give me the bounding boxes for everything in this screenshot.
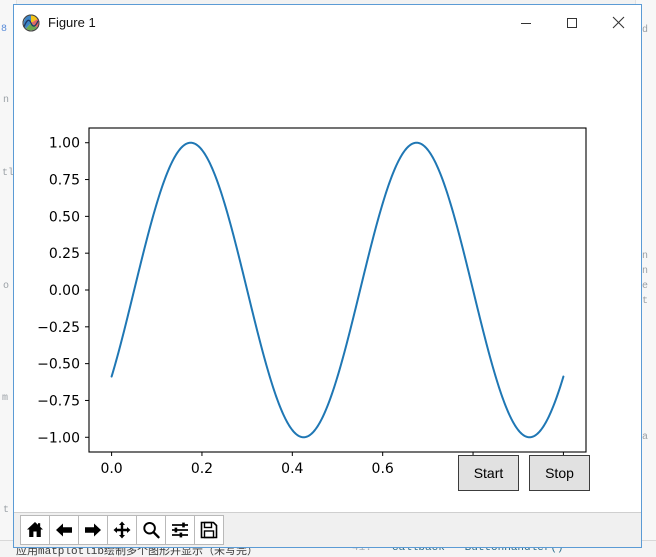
bg-fragment: n <box>3 95 10 106</box>
svg-text:0.75: 0.75 <box>49 173 80 189</box>
maximize-icon[interactable] <box>549 6 595 40</box>
svg-text:0.00: 0.00 <box>49 283 80 299</box>
figure-canvas[interactable]: 0.00.20.40.60.81.0 1.000.750.500.250.00−… <box>14 40 641 512</box>
matplotlib-logo-icon <box>22 14 40 32</box>
navigation-toolbar <box>14 512 641 547</box>
svg-text:0.4: 0.4 <box>281 461 303 477</box>
bg-fragment: m <box>2 393 9 404</box>
svg-text:0.0: 0.0 <box>100 461 122 477</box>
bg-fragment: 8 <box>1 24 8 35</box>
arrow-right-icon[interactable] <box>78 515 108 545</box>
sliders-icon[interactable] <box>165 515 195 545</box>
svg-text:−0.50: −0.50 <box>37 357 80 373</box>
window-title: Figure 1 <box>48 15 96 30</box>
home-icon[interactable] <box>20 515 50 545</box>
arrow-left-icon[interactable] <box>49 515 79 545</box>
svg-text:1.00: 1.00 <box>49 136 80 152</box>
start-button[interactable]: Start <box>458 455 519 491</box>
bg-fragment: o <box>3 281 10 292</box>
figure-window: Figure 1 0.00.20.40.60.81.0 1.000.750.50… <box>13 4 642 548</box>
magnifier-icon[interactable] <box>136 515 166 545</box>
axes-spine <box>88 127 587 453</box>
svg-text:0.25: 0.25 <box>49 246 80 262</box>
bg-fragment: t <box>3 505 10 516</box>
bg-fragment-right: a <box>642 432 649 443</box>
matplotlib-axes: 0.00.20.40.60.81.0 1.000.750.500.250.00−… <box>14 40 641 480</box>
bg-fragment-right: d <box>642 25 649 36</box>
svg-text:−0.75: −0.75 <box>37 393 80 409</box>
svg-text:−1.00: −1.00 <box>37 430 80 446</box>
bg-fragment-right: t <box>642 296 649 307</box>
close-icon[interactable] <box>595 6 641 40</box>
svg-text:0.2: 0.2 <box>191 461 213 477</box>
bg-fragment-right: e <box>642 281 649 292</box>
move-icon[interactable] <box>107 515 137 545</box>
stop-button[interactable]: Stop <box>529 455 590 491</box>
svg-text:−0.25: −0.25 <box>37 320 80 336</box>
svg-text:0.6: 0.6 <box>372 461 394 477</box>
minimize-icon[interactable] <box>503 6 549 40</box>
bg-fragment-right: n <box>642 251 649 262</box>
floppy-disk-icon[interactable] <box>194 515 224 545</box>
bg-fragment-right: n <box>642 266 649 277</box>
window-titlebar[interactable]: Figure 1 <box>14 5 641 40</box>
svg-text:0.50: 0.50 <box>49 209 80 225</box>
